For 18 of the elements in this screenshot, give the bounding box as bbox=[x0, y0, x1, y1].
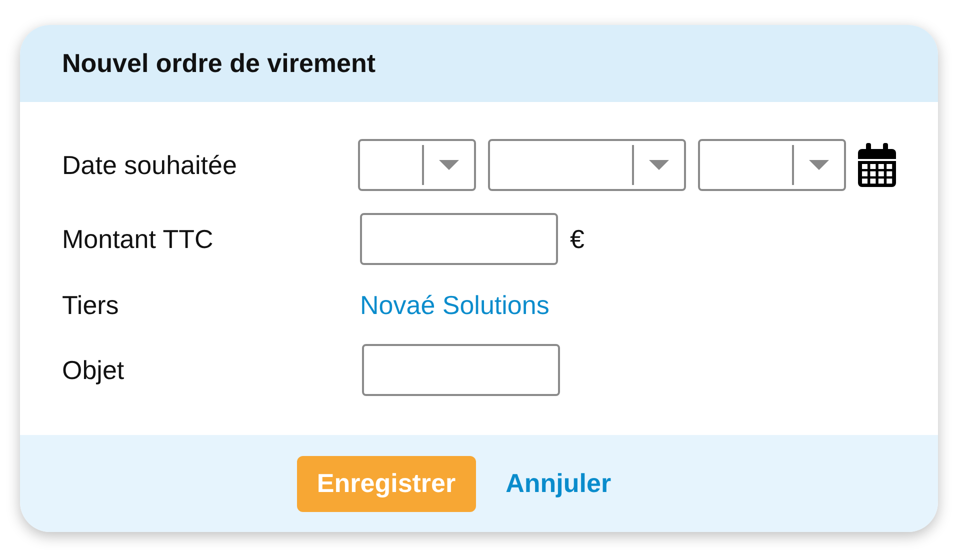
caret-icon bbox=[809, 160, 829, 170]
currency-label: € bbox=[570, 222, 584, 256]
dropdown-field[interactable] bbox=[488, 139, 686, 191]
field-label: Objet bbox=[62, 354, 126, 386]
field-label: Date souhaitée bbox=[62, 148, 238, 182]
field-label: Tiers bbox=[62, 288, 120, 322]
subject-field[interactable] bbox=[362, 344, 560, 396]
payee-link[interactable]: Novaé Solutions bbox=[360, 286, 550, 324]
dropdown-field[interactable] bbox=[358, 139, 476, 191]
calendar-icon[interactable] bbox=[858, 143, 896, 187]
cancel-link[interactable]: Annjuler bbox=[506, 464, 612, 503]
save-button[interactable]: Enregistrer bbox=[296, 456, 476, 512]
caret-icon bbox=[649, 160, 669, 170]
amount-field[interactable] bbox=[360, 213, 558, 265]
field-label: Montant TTC bbox=[62, 222, 214, 256]
dialog-title: Nouvel ordre de virement bbox=[62, 47, 376, 80]
dropdown-field[interactable] bbox=[698, 139, 846, 191]
caret-icon bbox=[439, 160, 459, 170]
